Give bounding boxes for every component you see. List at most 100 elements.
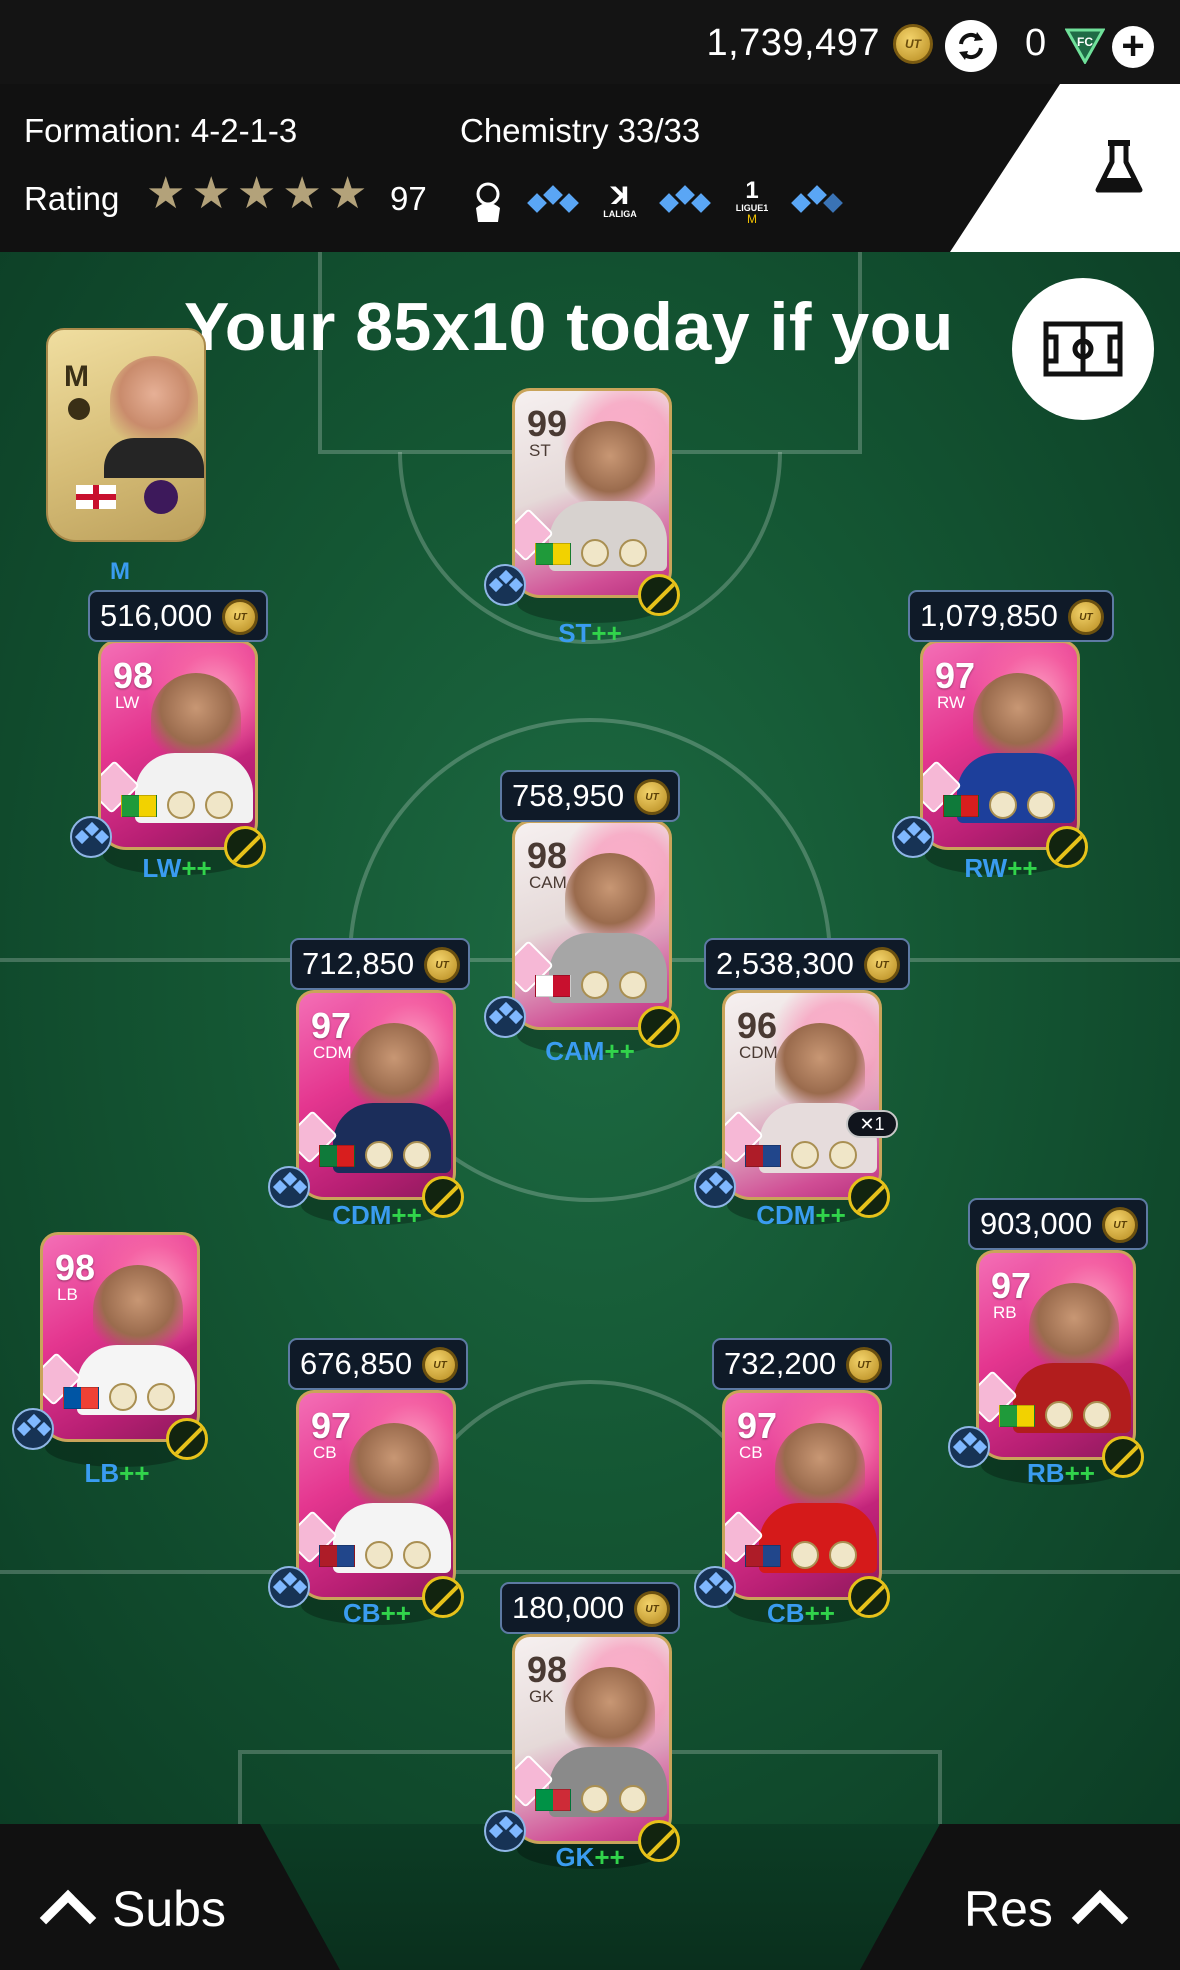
player-card-st[interactable]: 99 ST xyxy=(512,388,672,598)
player-price-cam: 758,950 UT xyxy=(500,770,681,822)
formation-label: Formation: 4-2-1-3 xyxy=(24,112,298,149)
chemistry-label: Chemistry 33/33 xyxy=(460,112,701,149)
svg-text:FC: FC xyxy=(1077,35,1093,49)
manager-jacket xyxy=(104,438,204,478)
player-price-rw: 1,079,850 UT xyxy=(908,590,1114,642)
plus-icon: + xyxy=(1121,24,1145,68)
nation-flag-icon xyxy=(535,1789,571,1811)
price-value: 758,950 xyxy=(512,778,625,813)
price-value: 1,079,850 xyxy=(920,598,1058,633)
player-rating: 97 xyxy=(311,1005,352,1046)
league-badge-icon xyxy=(365,1541,393,1569)
club-badge-icon xyxy=(205,791,233,819)
player-position: GK xyxy=(529,1687,554,1706)
position-label-cdm2: CDM++ xyxy=(756,1200,846,1230)
nation-flag-icon xyxy=(745,1145,781,1167)
price-value: 516,000 xyxy=(100,598,213,633)
player-card-cb1[interactable]: 97 CB xyxy=(296,1390,456,1600)
player-card-cam[interactable]: 98 CAM xyxy=(512,820,672,1030)
ut-coin-icon: UT xyxy=(424,947,461,983)
chemistry-icon xyxy=(694,1166,736,1208)
player-card-rw[interactable]: 97 RW xyxy=(920,640,1080,850)
rating-label: Rating xyxy=(24,180,120,217)
price-value: 676,850 xyxy=(300,1346,413,1381)
player-card-cdm2[interactable]: 96 CDM xyxy=(722,990,882,1200)
position-label-lb: LB++ xyxy=(84,1458,150,1488)
nation-flag-icon xyxy=(121,795,157,817)
nation-flag-icon xyxy=(745,1545,781,1567)
chemistry-diamonds-icon xyxy=(659,185,711,213)
league-badge-icon xyxy=(365,1141,393,1169)
club-badge-icon xyxy=(619,1785,647,1813)
player-rating: 97 xyxy=(991,1265,1032,1306)
player-price-cb1: 676,850 UT xyxy=(288,1338,469,1390)
price-value: 180,000 xyxy=(512,1590,625,1625)
fc-points-balance: 0 xyxy=(1025,22,1047,64)
player-card-gk[interactable]: 98 GK xyxy=(512,1634,672,1844)
league-badge-icon xyxy=(1045,1401,1073,1429)
league-chemistry-row: ꓘ LALIGA 1 LIGUE1 M xyxy=(466,176,848,228)
position-label-rw: RW++ xyxy=(964,853,1038,883)
nation-flag-icon xyxy=(63,1387,99,1409)
subs-label: Subs xyxy=(112,1881,226,1937)
player-position: LB xyxy=(57,1285,78,1304)
manager-letter: M xyxy=(64,360,89,393)
manager-person-icon xyxy=(68,398,90,420)
manager-card[interactable]: M xyxy=(46,328,206,542)
coin-balance: 1,739,497 xyxy=(706,22,880,64)
player-rating: 97 xyxy=(737,1405,778,1446)
rating-value: 97 xyxy=(390,180,427,217)
player-price-lw: 516,000 UT xyxy=(88,590,269,642)
star-icon: ★ xyxy=(282,169,322,218)
player-rating: 98 xyxy=(113,655,154,696)
player-card-rb[interactable]: 97 RB xyxy=(976,1250,1136,1460)
pitch-view-button[interactable] xyxy=(1012,278,1154,420)
premier-league-logo xyxy=(466,176,510,228)
dupe-count: 1 xyxy=(874,1114,885,1134)
player-rating: 97 xyxy=(311,1405,352,1446)
position-label-cb2: CB++ xyxy=(767,1598,835,1628)
add-points-button[interactable]: + xyxy=(1112,26,1154,68)
nation-flag-icon xyxy=(535,543,571,565)
league-badge-icon xyxy=(581,539,609,567)
player-price-rb: 903,000 UT xyxy=(968,1198,1149,1250)
ut-coin-icon: UT xyxy=(846,1347,883,1383)
nation-flag-icon xyxy=(535,975,571,997)
dupe-count-badge: ✕1 xyxy=(846,1110,898,1138)
pitch-layout-icon xyxy=(1043,321,1123,377)
ut-coin-icon: UT xyxy=(893,24,933,64)
league-badge-icon xyxy=(791,1541,819,1569)
player-card-lb[interactable]: 98 LB xyxy=(40,1232,200,1442)
nation-flag-icon xyxy=(319,1545,355,1567)
club-badge-icon xyxy=(829,1541,857,1569)
player-card-cb2[interactable]: 97 CB xyxy=(722,1390,882,1600)
player-rating: 99 xyxy=(527,403,568,444)
top-bar: 1,739,497 UT 0 FC + xyxy=(0,0,1180,84)
club-badge-icon xyxy=(829,1141,857,1169)
player-rating: 96 xyxy=(737,1005,778,1046)
chemistry-icon xyxy=(484,996,526,1038)
manager-slot-label: M xyxy=(110,558,130,585)
refresh-icon xyxy=(959,32,983,60)
ut-coin-icon: UT xyxy=(863,947,900,983)
position-label-rb: RB++ xyxy=(1027,1458,1095,1488)
chemistry-icon xyxy=(892,816,934,858)
player-price-cdm2: 2,538,300 UT xyxy=(704,938,910,990)
league-badge-icon xyxy=(167,791,195,819)
club-badge-icon xyxy=(1027,791,1055,819)
price-value: 712,850 xyxy=(302,946,415,981)
club-badge-icon xyxy=(403,1541,431,1569)
player-card-lw[interactable]: 98 LW xyxy=(98,640,258,850)
player-card-cdm1[interactable]: 97 CDM xyxy=(296,990,456,1200)
position-label-lw: LW++ xyxy=(142,853,212,883)
reserves-label: Res xyxy=(964,1881,1053,1937)
premier-league-badge-icon xyxy=(144,480,178,514)
player-position: ST xyxy=(529,441,551,460)
player-position: RB xyxy=(993,1303,1017,1322)
chemistry-icon xyxy=(948,1426,990,1468)
refresh-button[interactable] xyxy=(945,20,997,72)
price-value: 732,200 xyxy=(724,1346,837,1381)
untradeable-icon xyxy=(166,1418,208,1460)
position-label-st: ST++ xyxy=(558,618,622,648)
league-badge-icon xyxy=(109,1383,137,1411)
